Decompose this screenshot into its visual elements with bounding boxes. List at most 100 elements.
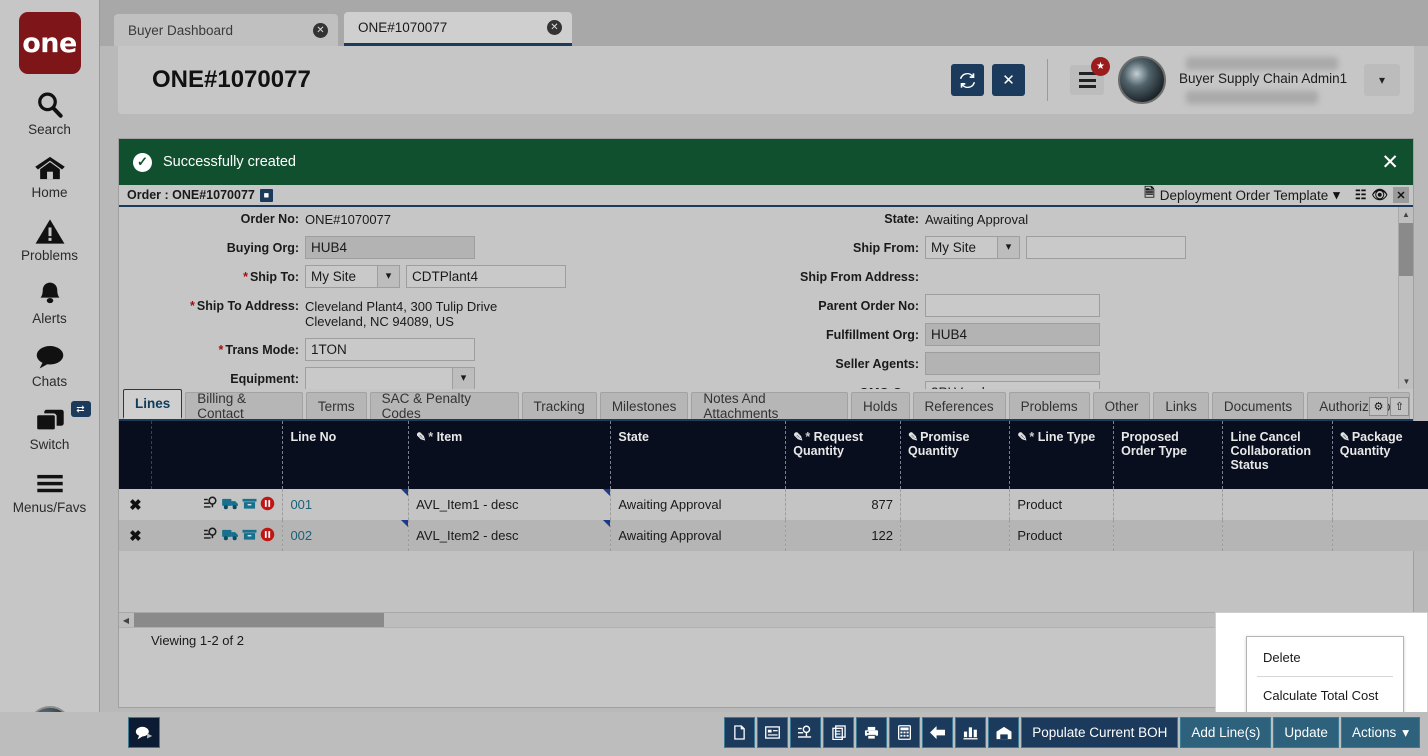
tab-tracking[interactable]: Tracking: [522, 392, 597, 419]
tab-problems[interactable]: Problems: [1009, 392, 1090, 419]
sidebar-item-home[interactable]: Home: [0, 152, 100, 200]
grid-header-package-quantity[interactable]: ✎Package Quantity: [1332, 421, 1428, 489]
field-select[interactable]: My Site▾: [925, 236, 1020, 259]
table-row[interactable]: ✖002AVL_Item2 - descAwaiting Approval122…: [119, 520, 1428, 551]
field-select[interactable]: My Site▾: [305, 265, 400, 288]
scroll-up-icon[interactable]: ▲: [1399, 207, 1413, 222]
update-button[interactable]: Update: [1273, 717, 1339, 748]
box-icon[interactable]: [242, 528, 257, 544]
cell-package-quantity[interactable]: [1332, 489, 1428, 520]
cell-proposed-order-type[interactable]: [1114, 489, 1223, 520]
copy-icon[interactable]: [724, 717, 755, 748]
actions-button[interactable]: Actions ▾: [1341, 717, 1420, 748]
tracking-icon[interactable]: [204, 496, 219, 513]
tab-references[interactable]: References: [913, 392, 1006, 419]
favorites-star-badge[interactable]: ★: [1091, 57, 1110, 76]
cell-promise-quantity[interactable]: [901, 489, 1010, 520]
sidebar-item-problems[interactable]: Problems: [0, 215, 100, 263]
cell-line-type[interactable]: Product: [1010, 520, 1114, 551]
order-flag-icon[interactable]: ■: [260, 189, 273, 202]
box-icon[interactable]: [242, 497, 257, 513]
tab-notes-and-attachments[interactable]: Notes And Attachments: [691, 392, 848, 419]
cell-item[interactable]: AVL_Item2 - desc: [409, 520, 611, 551]
chat-launch-icon[interactable]: [128, 717, 160, 748]
sidebar-item-switch[interactable]: ⇄ Switch: [0, 404, 100, 452]
cell-line-no[interactable]: 002: [283, 520, 409, 551]
cell-state[interactable]: Awaiting Approval: [611, 489, 786, 520]
warehouse-icon[interactable]: [988, 717, 1019, 748]
brand-logo[interactable]: one: [19, 12, 81, 74]
cell-delete[interactable]: ✖: [119, 520, 152, 551]
hierarchy-icon[interactable]: ☷: [1355, 187, 1367, 203]
chevron-down-icon[interactable]: ▾: [452, 368, 474, 389]
switch-badge[interactable]: ⇄: [71, 401, 91, 417]
cell-promise-quantity[interactable]: [901, 520, 1010, 551]
context-menu-item-calculate-total-cost[interactable]: Calculate Total Cost: [1247, 683, 1403, 708]
cell-line-cancel-collaboration-status[interactable]: [1223, 520, 1332, 551]
cell-request-quantity[interactable]: 877: [786, 489, 901, 520]
chevron-down-icon[interactable]: ▾: [1333, 187, 1340, 203]
grid-header-line-type[interactable]: ✎* Line Type: [1010, 421, 1114, 489]
grid-header-line-cancel-collaboration-status[interactable]: Line Cancel Collaboration Status: [1223, 421, 1332, 489]
grid-header-item[interactable]: ✎* Item: [409, 421, 611, 489]
grid-header-line-no[interactable]: Line No: [283, 421, 409, 489]
grid-header-blank-0[interactable]: [119, 421, 152, 489]
browser-tab-buyer-dashboard[interactable]: Buyer Dashboard ✕: [114, 14, 338, 46]
cell-line-no[interactable]: 001: [283, 489, 409, 520]
cell-item[interactable]: AVL_Item1 - desc: [409, 489, 611, 520]
delete-row-icon[interactable]: ✖: [129, 497, 142, 514]
tab-lines[interactable]: Lines: [123, 389, 182, 419]
cell-line-type[interactable]: Product: [1010, 489, 1114, 520]
field-input[interactable]: 3PLVendor: [925, 381, 1100, 389]
context-menu-item-delete[interactable]: Delete: [1247, 645, 1403, 670]
hold-icon[interactable]: [260, 527, 275, 545]
gear-icon[interactable]: ⚙: [1369, 397, 1388, 416]
tab-billing-contact[interactable]: Billing & Contact: [185, 392, 303, 419]
calculator-icon[interactable]: [889, 717, 920, 748]
user-menu-caret-icon[interactable]: ▾: [1364, 64, 1400, 96]
tab-terms[interactable]: Terms: [306, 392, 367, 419]
sidebar-item-search[interactable]: Search: [0, 89, 100, 137]
populate-current-boh-button[interactable]: Populate Current BOH: [1021, 717, 1178, 748]
truck-icon[interactable]: [222, 528, 239, 544]
template-name[interactable]: Deployment Order Template: [1160, 188, 1329, 203]
tracking-icon[interactable]: [204, 527, 219, 544]
chevron-down-icon[interactable]: ▾: [377, 266, 399, 287]
close-icon[interactable]: ✕: [992, 64, 1025, 96]
line-no-link[interactable]: 002: [290, 528, 312, 543]
close-icon[interactable]: ✕: [313, 23, 328, 38]
field-input[interactable]: [1026, 236, 1186, 259]
sidebar-item-menus-favs[interactable]: Menus/Favs: [0, 467, 100, 515]
avatar[interactable]: [1118, 56, 1166, 104]
tab-holds[interactable]: Holds: [851, 392, 910, 419]
close-icon[interactable]: ✕: [547, 20, 562, 35]
duplicate-icon[interactable]: [823, 717, 854, 748]
scroll-down-icon[interactable]: ▼: [1399, 374, 1413, 389]
tab-sac-penalty-codes[interactable]: SAC & Penalty Codes: [370, 392, 519, 419]
line-no-link[interactable]: 001: [290, 497, 312, 512]
scrollbar-thumb[interactable]: [134, 613, 384, 628]
delete-row-icon[interactable]: ✖: [129, 528, 142, 545]
cell-line-cancel-collaboration-status[interactable]: [1223, 489, 1332, 520]
print-icon[interactable]: [856, 717, 887, 748]
chart-icon[interactable]: [955, 717, 986, 748]
scrollbar-thumb[interactable]: [1399, 223, 1413, 276]
chevron-down-icon[interactable]: ▾: [997, 237, 1019, 258]
audit-icon[interactable]: [790, 717, 821, 748]
grid-header-blank-1[interactable]: [152, 421, 283, 489]
sidebar-item-alerts[interactable]: Alerts: [0, 278, 100, 326]
table-row[interactable]: ✖ 001 AVL_Item1 - descAwaiting Approval877…: [119, 489, 1428, 520]
field-input[interactable]: [925, 294, 1100, 317]
sidebar-item-chats[interactable]: Chats: [0, 341, 100, 389]
truck-icon[interactable]: [222, 497, 239, 513]
header-menu-button[interactable]: ★: [1070, 65, 1104, 95]
refresh-icon[interactable]: [951, 64, 984, 96]
collapse-up-icon[interactable]: ⇧: [1390, 397, 1409, 416]
tab-milestones[interactable]: Milestones: [600, 392, 689, 419]
grid-header-request-quantity[interactable]: ✎* Request Quantity: [786, 421, 901, 489]
grid-header-proposed-order-type[interactable]: Proposed Order Type: [1114, 421, 1223, 489]
browser-tab-order[interactable]: ONE#1070077 ✕: [344, 12, 572, 46]
cell-state[interactable]: Awaiting Approval: [611, 520, 786, 551]
grid-header-promise-quantity[interactable]: ✎Promise Quantity: [901, 421, 1010, 489]
notes-icon[interactable]: [757, 717, 788, 748]
